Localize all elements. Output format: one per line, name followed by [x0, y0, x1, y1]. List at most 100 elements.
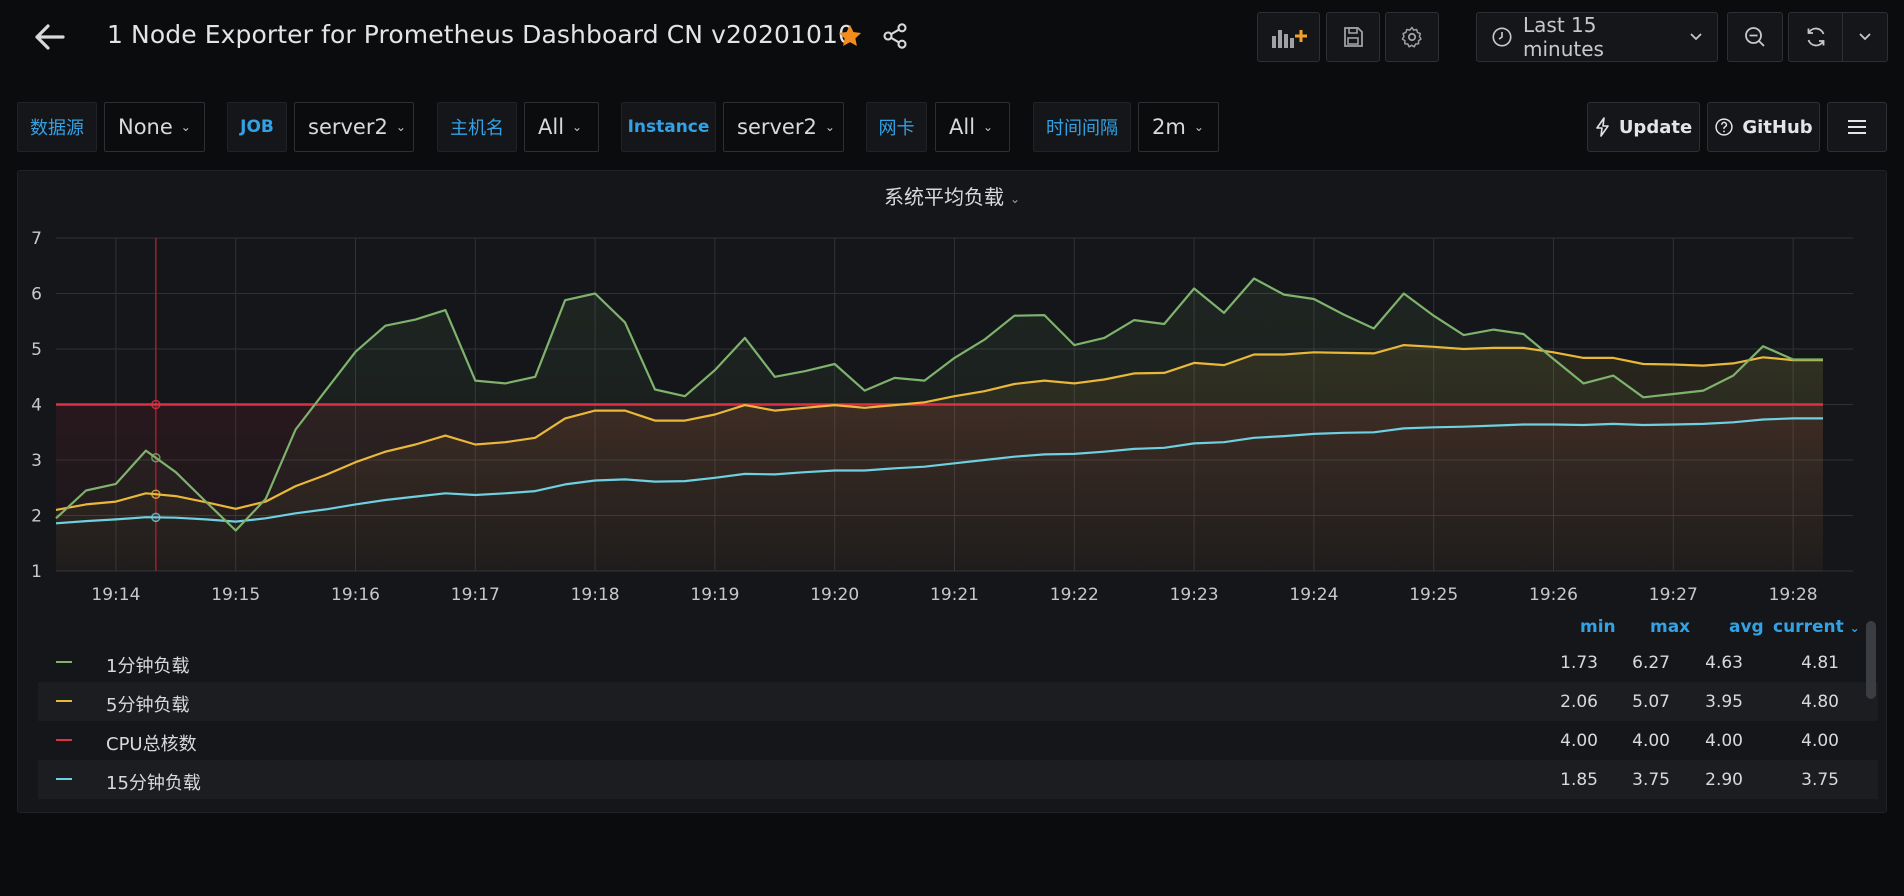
panel-title[interactable]: 系统平均负载 ⌄ [18, 181, 1886, 210]
legend-swatch[interactable] [56, 661, 72, 663]
x-tick-label: 19:15 [211, 585, 260, 601]
legend-header-current-label: current [1773, 617, 1844, 637]
refresh-button[interactable] [1788, 12, 1842, 62]
legend-header: min max avg current ⌄ [38, 609, 1878, 643]
variable-select-hostname[interactable]: All ⌄ [524, 102, 599, 152]
legend-value-min: 1.73 [1560, 653, 1598, 673]
chevron-down-icon: ⌄ [824, 120, 835, 134]
legend-row[interactable]: 15分钟负载 1.85 3.75 2.90 3.75 [38, 760, 1878, 799]
github-label: GitHub [1742, 116, 1813, 138]
add-panel-icon [1271, 30, 1307, 48]
load-average-panel: 1 2 3 4 5 6 7 19:14 19:15 19:16 19:17 19:18 19:19 19:… [17, 170, 1887, 813]
x-tick-label: 19:16 [331, 585, 380, 601]
legend-header-min[interactable]: min [1580, 617, 1616, 637]
variable-select-datasource[interactable]: None ⌄ [104, 102, 205, 152]
x-tick-label: 19:21 [930, 585, 979, 601]
clock-icon [1492, 27, 1512, 47]
legend-value-current: 4.81 [1801, 653, 1839, 673]
dashboard-title[interactable]: 1 Node Exporter for Prometheus Dashboard… [107, 20, 854, 49]
y-tick-label: 1 [31, 562, 42, 582]
legend-swatch[interactable] [56, 700, 72, 702]
x-tick-label: 19:25 [1409, 585, 1458, 601]
legend-value-max: 3.75 [1632, 770, 1670, 790]
legend-scrollbar[interactable] [1866, 621, 1876, 699]
legend-header-current[interactable]: current ⌄ [1773, 617, 1860, 637]
variable-label-hostname: 主机名 [437, 102, 517, 152]
bolt-icon [1596, 117, 1609, 137]
top-navbar: 1 Node Exporter for Prometheus Dashboard… [0, 0, 1904, 74]
github-link-button[interactable]: GitHub [1707, 102, 1820, 152]
dashboard-settings-button[interactable] [1385, 12, 1439, 62]
back-button[interactable] [30, 19, 70, 55]
template-variables-bar: 数据源 None ⌄ JOB server2 ⌄ 主机名 All ⌄ Instance… [0, 102, 1904, 152]
x-tick-label: 19:19 [690, 585, 739, 601]
chevron-down-icon: ⌄ [1009, 191, 1021, 206]
variable-select-instance[interactable]: server2 ⌄ [723, 102, 844, 152]
variable-select-nic[interactable]: All ⌄ [935, 102, 1010, 152]
legend-header-max[interactable]: max [1650, 617, 1690, 637]
load-average-chart[interactable]: 1 2 3 4 5 6 7 19:14 19:15 19:16 19:17 19:18 19:19 19:… [18, 171, 1888, 601]
series-area [56, 404, 1824, 571]
legend-swatch[interactable] [56, 778, 72, 780]
legend-series-name[interactable]: 5分钟负载 [106, 691, 189, 717]
chevron-down-icon: ⌄ [1849, 621, 1860, 635]
y-tick-label: 7 [31, 229, 42, 249]
zoom-out-icon [1745, 27, 1765, 47]
legend-row[interactable]: 5分钟负载 2.06 5.07 3.95 4.80 [38, 682, 1878, 721]
x-tick-label: 19:26 [1529, 585, 1578, 601]
variable-value-instance: server2 [737, 115, 817, 139]
variable-value-nic: All [949, 115, 976, 139]
update-link-button[interactable]: Update [1587, 102, 1700, 152]
variable-select-interval[interactable]: 2m ⌄ [1138, 102, 1219, 152]
zoom-out-button[interactable] [1727, 12, 1783, 62]
legend-value-avg: 4.63 [1705, 653, 1743, 673]
chevron-down-icon [1690, 33, 1702, 41]
legend-value-max: 6.27 [1632, 653, 1670, 673]
question-circle-icon [1715, 118, 1734, 136]
legend-value-min: 1.85 [1560, 770, 1598, 790]
star-icon [838, 24, 862, 47]
legend-row[interactable]: CPU总核数 4.00 4.00 4.00 4.00 [38, 721, 1878, 760]
variable-value-job: server2 [308, 115, 388, 139]
variable-label-job: JOB [227, 102, 287, 152]
time-range-picker[interactable]: Last 15 minutes [1476, 12, 1718, 62]
y-tick-label: 5 [31, 340, 42, 360]
legend-series-name[interactable]: CPU总核数 [106, 730, 197, 756]
legend-value-current: 3.75 [1801, 770, 1839, 790]
save-icon [1344, 27, 1363, 47]
save-dashboard-button[interactable] [1326, 12, 1380, 62]
x-tick-label: 19:24 [1289, 585, 1338, 601]
variable-label-datasource: 数据源 [17, 102, 97, 152]
legend-row[interactable]: 1分钟负载 1.73 6.27 4.63 4.81 [38, 643, 1878, 682]
chevron-down-icon [1859, 33, 1871, 41]
legend-value-avg: 3.95 [1705, 692, 1743, 712]
variable-select-job[interactable]: server2 ⌄ [294, 102, 414, 152]
legend-rows: 1分钟负载 1.73 6.27 4.63 4.81 5分钟负载 2.06 5.07 3.95 4.… [38, 643, 1878, 799]
favorite-button[interactable] [836, 22, 866, 52]
legend-swatch[interactable] [56, 739, 72, 741]
legend-header-avg[interactable]: avg [1729, 617, 1764, 637]
chart-legend: min max avg current ⌄ 1分钟负载 1.73 6.27 4.63 4… [38, 609, 1878, 799]
y-tick-label: 3 [31, 451, 42, 471]
arrow-left-icon [35, 24, 65, 50]
legend-series-name[interactable]: 1分钟负载 [106, 652, 189, 678]
variable-label-interval: 时间间隔 [1033, 102, 1131, 152]
menu-button[interactable] [1827, 102, 1887, 152]
refresh-interval-dropdown[interactable] [1842, 12, 1888, 62]
chevron-down-icon: ⌄ [983, 120, 994, 134]
x-tick-label: 19:14 [91, 585, 140, 601]
y-tick-label: 6 [31, 285, 42, 305]
legend-series-name[interactable]: 15分钟负载 [106, 769, 201, 795]
x-tick-label: 19:22 [1050, 585, 1099, 601]
time-range-label: Last 15 minutes [1523, 13, 1604, 61]
legend-value-max: 4.00 [1632, 731, 1670, 751]
share-icon [883, 23, 907, 49]
variable-value-datasource: None [118, 115, 173, 139]
add-panel-button[interactable] [1257, 12, 1320, 62]
legend-value-avg: 2.90 [1705, 770, 1743, 790]
gear-icon [1401, 26, 1422, 48]
x-tick-label: 19:20 [810, 585, 859, 601]
x-tick-label: 19:27 [1649, 585, 1698, 601]
x-tick-label: 19:23 [1170, 585, 1219, 601]
share-button[interactable] [881, 22, 911, 52]
